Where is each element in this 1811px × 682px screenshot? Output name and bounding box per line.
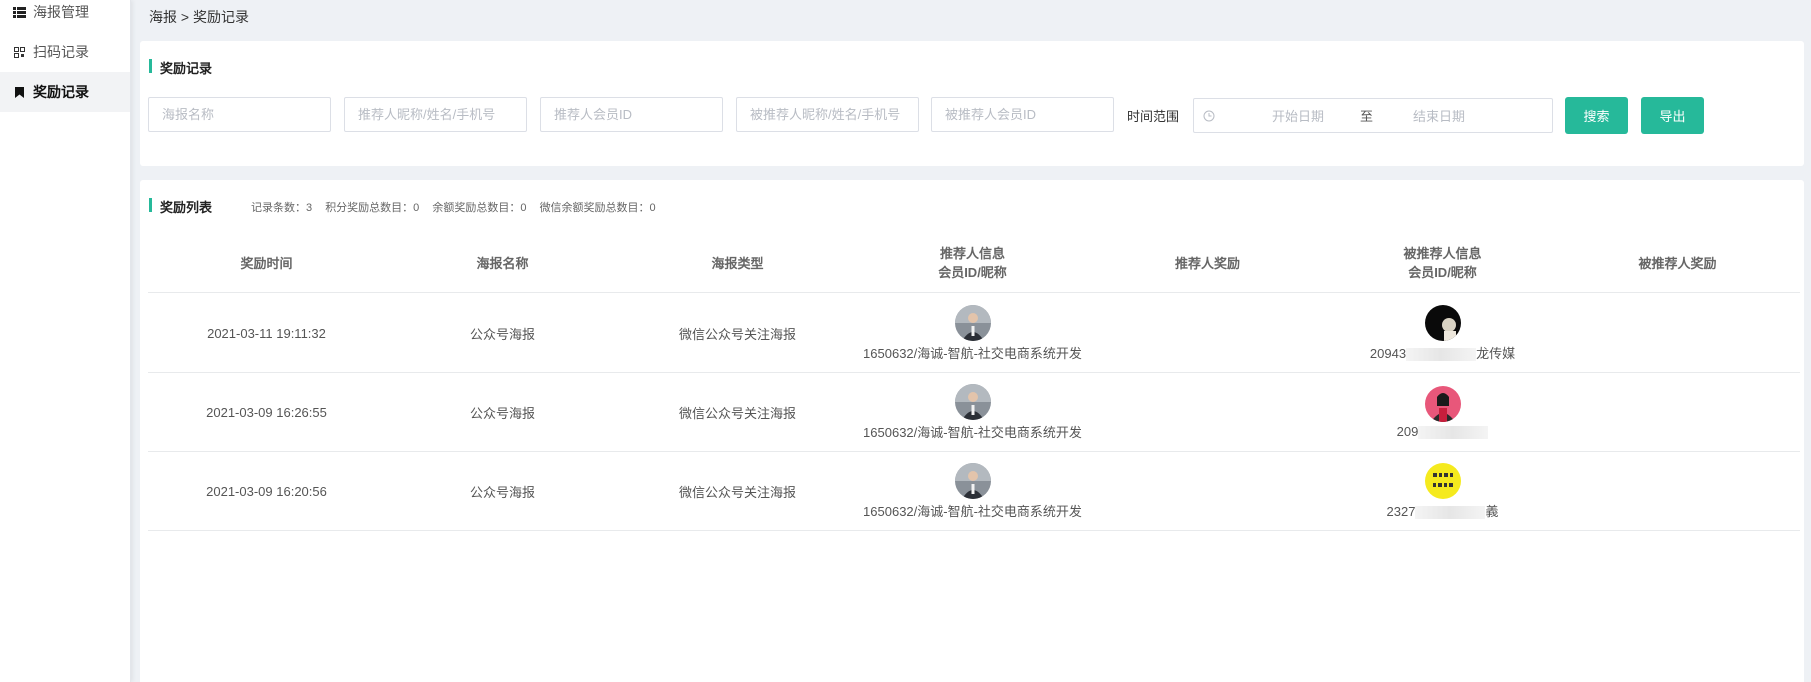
cell-poster-type: 微信公众号关注海报 [678, 485, 796, 500]
clock-icon [1203, 110, 1215, 122]
points-total: 积分奖励总数目：0 [325, 202, 420, 214]
col-referrer: 推荐人信息 会员ID/昵称 [938, 246, 1007, 280]
time-range-label: 时间范围 [1127, 109, 1180, 124]
referrer-id-input[interactable] [540, 97, 723, 132]
cell-referee-reward [1560, 373, 1795, 452]
col-poster-type: 海报类型 [711, 255, 764, 271]
bookmark-icon [13, 86, 26, 99]
col-time: 奖励时间 [240, 255, 293, 271]
cell-referrer: 1650632/海诚-智航-社交电商系统开发 [855, 373, 1090, 452]
table-row: 2021-03-09 16:26:55 公众号海报 微信公众号关注海报 1650… [148, 373, 1800, 452]
cell-referee-reward [1560, 452, 1795, 531]
cell-poster-type: 微信公众号关注海报 [678, 406, 796, 421]
cell-referrer-reward [1090, 452, 1325, 531]
masked-text [1406, 348, 1477, 362]
col-referee-reward: 被推荐人奖励 [1638, 255, 1717, 271]
end-date-input[interactable]: 结束日期 [1413, 106, 1465, 125]
cell-time: 2021-03-11 19:11:32 [207, 326, 326, 341]
masked-text [1415, 506, 1486, 520]
avatar [1424, 305, 1461, 341]
cell-poster-type: 微信公众号关注海报 [678, 327, 796, 342]
col-poster-name: 海报名称 [476, 255, 529, 271]
referee-info: 2327 義 [1386, 504, 1499, 520]
cell-referee: 209 [1325, 373, 1560, 452]
avatar [954, 463, 991, 499]
filter-panel: 奖励记录 时间范围 开始日期 至 结束日期 搜索 导出 [140, 41, 1804, 166]
date-separator: 至 [1360, 109, 1374, 124]
stats-summary: 记录条数：3 积分奖励总数目：0 余额奖励总数目：0 微信余额奖励总数目：0 [251, 199, 666, 215]
wechat-total: 微信余额奖励总数目：0 [539, 202, 656, 214]
masked-text [1418, 426, 1489, 440]
cell-referrer-reward [1090, 373, 1325, 452]
list-icon [13, 6, 26, 19]
avatar [1424, 463, 1461, 499]
cell-referee-reward [1560, 294, 1795, 373]
balance-total: 余额奖励总数目：0 [432, 202, 527, 214]
cell-referee: 2327 義 [1325, 452, 1560, 531]
sidebar-item-poster-manage[interactable]: 海报管理 [0, 0, 130, 32]
sidebar-item-label: 扫码记录 [33, 44, 89, 60]
cell-referee: 20943 龙传媒 [1325, 294, 1560, 373]
filter-title: 奖励记录 [149, 58, 212, 77]
col-referrer-reward: 推荐人奖励 [1174, 255, 1240, 271]
table-header: 奖励时间 海报名称 海报类型 推荐人信息 会员ID/昵称 推荐人奖励 被推荐人信息… [148, 233, 1800, 293]
search-button[interactable]: 搜索 [1565, 97, 1628, 134]
cell-time: 2021-03-09 16:26:55 [206, 405, 327, 420]
record-count: 记录条数：3 [251, 202, 313, 214]
col-referee: 被推荐人信息 会员ID/昵称 [1403, 246, 1482, 280]
referrer-info: 1650632/海诚-智航-社交电商系统开发 [863, 425, 1082, 440]
cell-referrer: 1650632/海诚-智航-社交电商系统开发 [855, 452, 1090, 531]
cell-poster-name: 公众号海报 [469, 485, 535, 500]
referee-info: 209 [1397, 424, 1489, 440]
referee-info: 20943 龙传媒 [1369, 346, 1516, 362]
table-row: 2021-03-11 19:11:32 公众号海报 微信公众号关注海报 1650… [148, 294, 1800, 373]
sidebar: 海报管理 扫码记录 奖励记录 [0, 0, 131, 682]
breadcrumb: 海报 > 奖励记录 [149, 9, 249, 25]
referee-search-input[interactable] [736, 97, 919, 132]
date-range-picker[interactable]: 开始日期 至 结束日期 [1193, 98, 1553, 133]
qrcode-icon [13, 46, 26, 59]
cell-poster-name: 公众号海报 [469, 406, 535, 421]
sidebar-item-reward-records[interactable]: 奖励记录 [0, 72, 130, 112]
referrer-info: 1650632/海诚-智航-社交电商系统开发 [863, 504, 1082, 519]
sidebar-item-label: 海报管理 [33, 4, 89, 20]
referrer-info: 1650632/海诚-智航-社交电商系统开发 [863, 346, 1082, 361]
start-date-input[interactable]: 开始日期 [1272, 106, 1324, 125]
list-title: 奖励列表 [149, 197, 212, 216]
cell-referrer-reward [1090, 294, 1325, 373]
sidebar-item-scan-records[interactable]: 扫码记录 [0, 32, 130, 72]
referee-id-input[interactable] [931, 97, 1114, 132]
cell-time: 2021-03-09 16:20:56 [206, 484, 327, 499]
cell-referrer: 1650632/海诚-智航-社交电商系统开发 [855, 294, 1090, 373]
avatar [954, 384, 991, 420]
avatar [954, 305, 991, 341]
poster-name-input[interactable] [148, 97, 331, 132]
sidebar-item-label: 奖励记录 [33, 84, 89, 100]
avatar [1424, 385, 1461, 422]
reward-list-panel: 奖励列表 记录条数：3 积分奖励总数目：0 余额奖励总数目：0 微信余额奖励总数… [140, 180, 1804, 682]
cell-poster-name: 公众号海报 [469, 327, 535, 342]
referrer-search-input[interactable] [344, 97, 527, 132]
table-row: 2021-03-09 16:20:56 公众号海报 微信公众号关注海报 1650… [148, 452, 1800, 531]
export-button[interactable]: 导出 [1641, 97, 1704, 134]
